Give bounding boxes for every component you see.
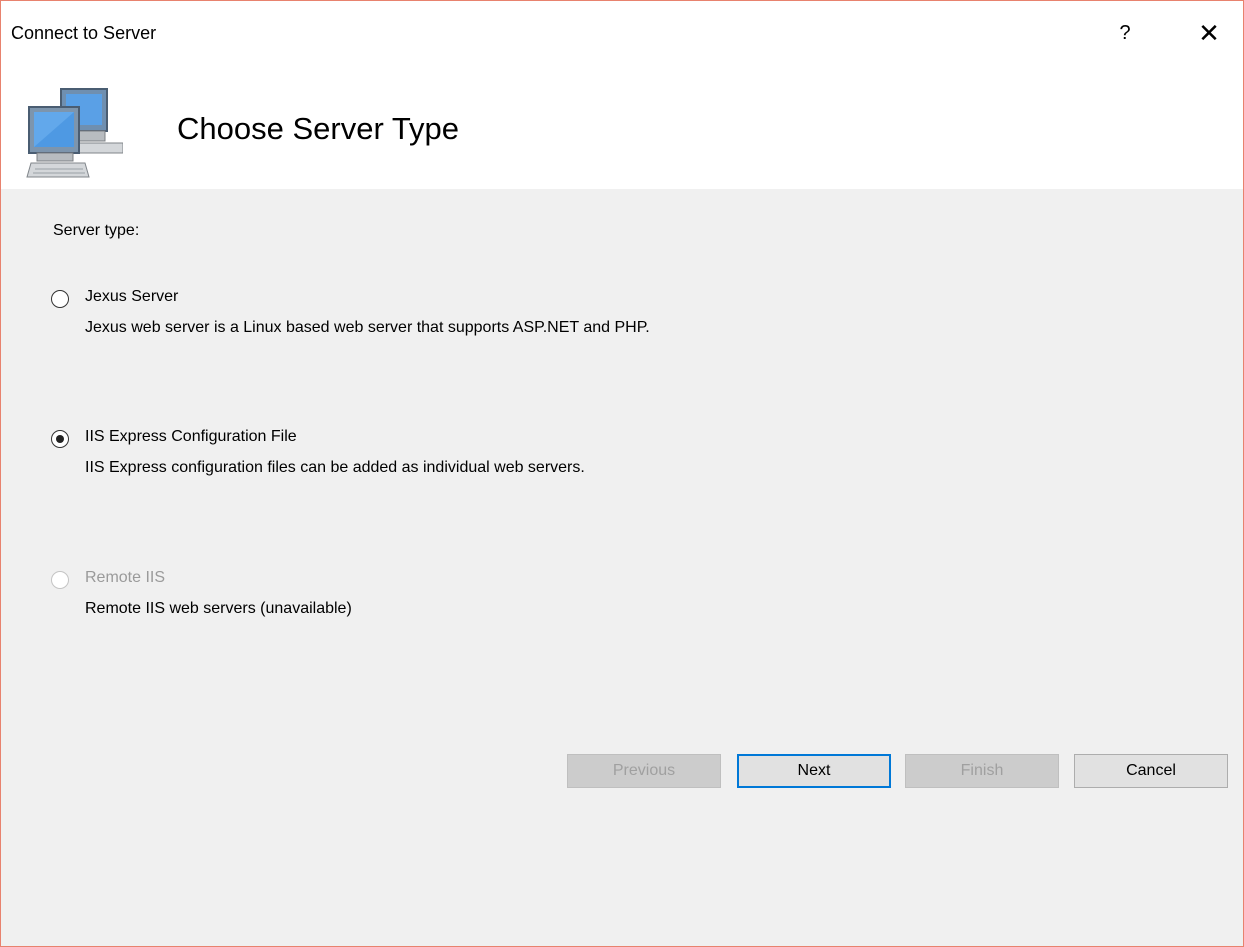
jexus-server-description: Jexus web server is a Linux based web se…: [85, 319, 650, 336]
previous-button: Previous: [567, 754, 721, 788]
page-title: Choose Server Type: [177, 111, 460, 146]
jexus-server-radio[interactable]: [51, 290, 69, 308]
next-button[interactable]: Next: [737, 754, 891, 788]
jexus-server-label[interactable]: Jexus Server: [85, 288, 178, 306]
window-title: Connect to Server: [11, 23, 157, 43]
iis-express-radio[interactable]: [51, 430, 69, 448]
networked-computers-icon: [26, 88, 123, 178]
server-type-label: Server type:: [53, 222, 140, 239]
remote-iis-radio: [51, 571, 69, 589]
remote-iis-description: Remote IIS web servers (unavailable): [85, 600, 352, 617]
title-bar: Connect to Server ? ✕: [1, 1, 1243, 65]
finish-button: Finish: [905, 754, 1059, 788]
iis-express-label[interactable]: IIS Express Configuration File: [85, 428, 297, 446]
connect-to-server-dialog: Connect to Server ? ✕ Choose Server Type…: [0, 0, 1244, 947]
iis-express-description: IIS Express configuration files can be a…: [85, 459, 585, 476]
remote-iis-label: Remote IIS: [85, 569, 166, 586]
cancel-button[interactable]: Cancel: [1074, 754, 1228, 788]
wizard-content: Server type: Jexus Server Jexus web serv…: [1, 189, 1243, 946]
close-button[interactable]: ✕: [1189, 15, 1229, 51]
help-button[interactable]: ?: [1105, 15, 1145, 51]
wizard-header: Choose Server Type: [1, 65, 1243, 189]
